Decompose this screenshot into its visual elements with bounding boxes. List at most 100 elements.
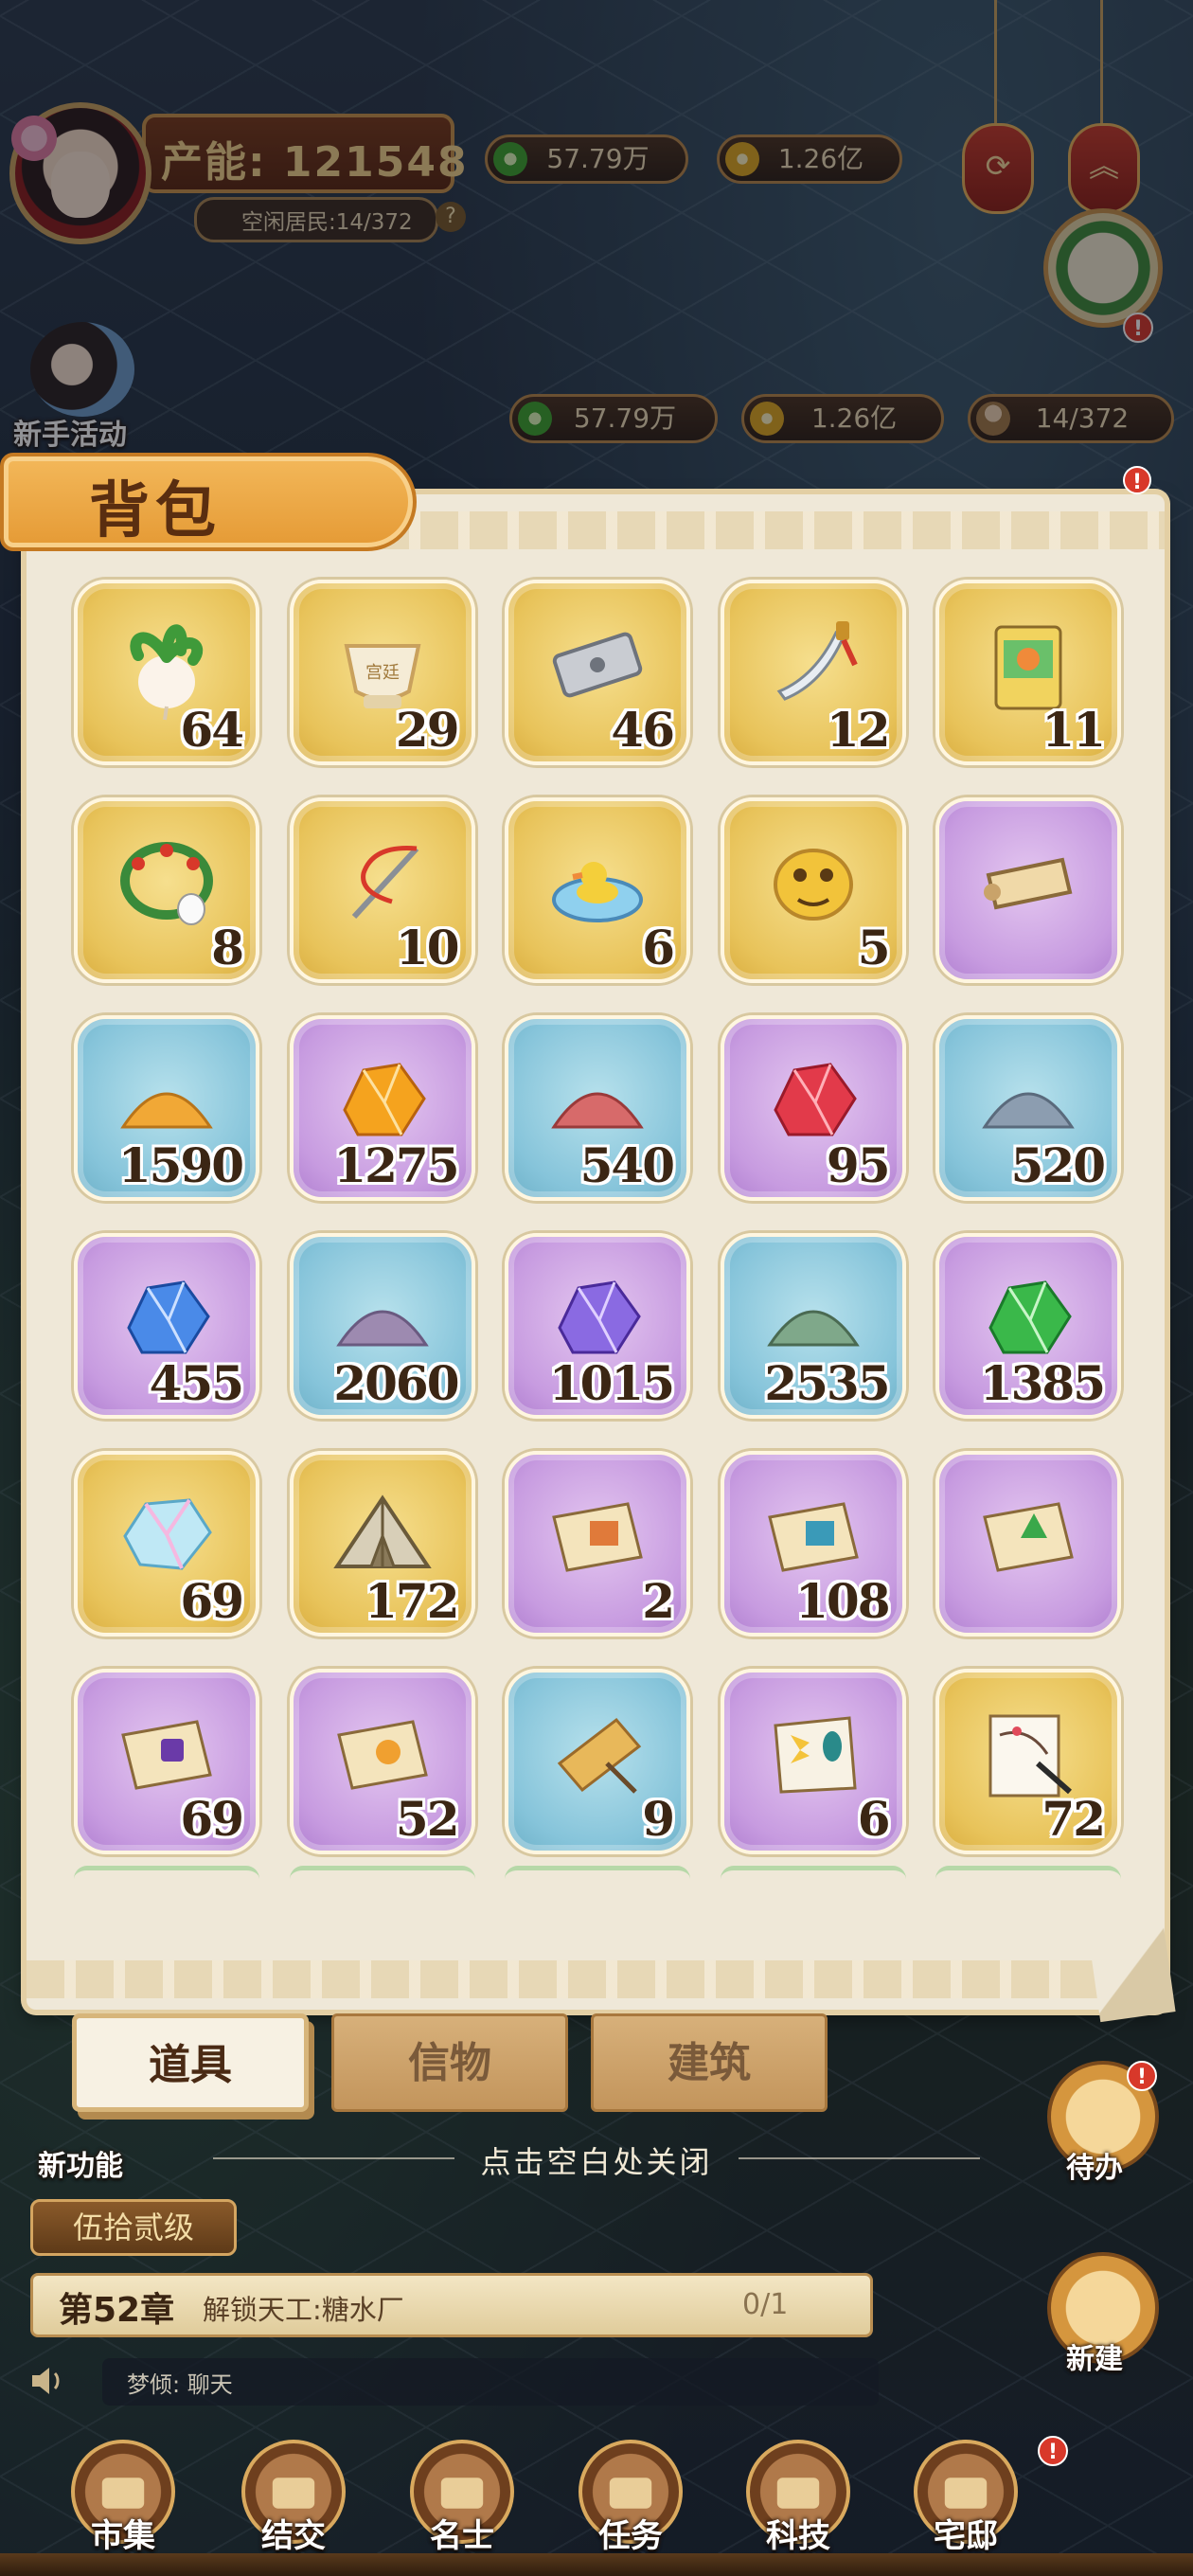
nav-label: 结交 bbox=[261, 2517, 326, 2555]
item-count: 95 bbox=[826, 1137, 891, 1193]
item-count: 12 bbox=[826, 702, 891, 758]
duck-basin-icon bbox=[552, 862, 643, 923]
bottom-frame bbox=[0, 2553, 1193, 2576]
cup-inscription: 宫廷 bbox=[365, 663, 400, 683]
item-slot[interactable]: 172 bbox=[289, 1451, 475, 1637]
item-count: 46 bbox=[611, 702, 675, 758]
golden-toad-icon bbox=[773, 849, 853, 921]
slot-peek bbox=[935, 1866, 1121, 1879]
item-count: 6 bbox=[642, 920, 675, 975]
butterfly-peacock-icon bbox=[773, 1716, 857, 1795]
item-slot[interactable]: 2535 bbox=[720, 1233, 906, 1419]
item-slot[interactable]: 1275 bbox=[289, 1015, 475, 1201]
todo-alert-badge: ! bbox=[1127, 2061, 1157, 2091]
item-count: 11 bbox=[1042, 702, 1106, 758]
item-slot[interactable]: 9 bbox=[505, 1669, 690, 1854]
build-new-label: 新建 bbox=[1066, 2343, 1123, 2376]
item-slot[interactable]: 1590 bbox=[74, 1015, 259, 1201]
item-slot[interactable]: 8 bbox=[74, 797, 259, 983]
slot-peek bbox=[74, 1866, 259, 1879]
item-count: 1275 bbox=[333, 1137, 459, 1193]
chapter-task: 解锁天工:糖水厂 bbox=[203, 2294, 404, 2326]
item-count: 9 bbox=[642, 1791, 675, 1847]
chapter-progress: 0/1 bbox=[742, 2288, 789, 2321]
item-count: 6 bbox=[857, 1791, 891, 1847]
item-slot[interactable]: 1015 bbox=[505, 1233, 690, 1419]
mansion-alert-badge: ! bbox=[1038, 2436, 1068, 2466]
tab-tokens[interactable]: 信物 bbox=[331, 2013, 568, 2112]
item-slot[interactable]: 12 bbox=[720, 580, 906, 765]
item-count: 520 bbox=[1010, 1137, 1106, 1193]
tab-items[interactable]: 道具 bbox=[72, 2013, 309, 2112]
item-count: 52 bbox=[395, 1791, 460, 1847]
item-count: 540 bbox=[579, 1137, 675, 1193]
slot-peek bbox=[289, 1866, 475, 1879]
nav-label: 名士 bbox=[430, 2517, 494, 2555]
slot-peek bbox=[720, 1866, 906, 1879]
item-slot[interactable]: 95 bbox=[720, 1015, 906, 1201]
item-count: 8 bbox=[211, 920, 244, 975]
close-hint[interactable]: 点击空白处关闭 bbox=[0, 2138, 1193, 2182]
nav-label: 市集 bbox=[91, 2517, 155, 2555]
chapter-number: 第52章 bbox=[59, 2291, 175, 2330]
item-count: 64 bbox=[180, 702, 244, 758]
item-slot[interactable]: 46 bbox=[505, 580, 690, 765]
item-count: 69 bbox=[180, 1791, 244, 1847]
item-count: 455 bbox=[149, 1355, 244, 1411]
panel-pattern-bottom bbox=[27, 1960, 1165, 1998]
item-grid: 64 宫廷 29 46 12 11 8 10 6 5 1590 1275 540 95 520 455 2060… bbox=[74, 580, 1134, 1854]
item-slot[interactable]: 10 bbox=[289, 797, 475, 983]
item-slot[interactable]: 6 bbox=[720, 1669, 906, 1854]
item-count: 2 bbox=[642, 1573, 675, 1629]
item-count: 1385 bbox=[979, 1355, 1106, 1411]
item-slot[interactable]: 64 bbox=[74, 580, 259, 765]
item-slot[interactable]: 52 bbox=[289, 1669, 475, 1854]
bamboo-mat-icon bbox=[557, 1718, 642, 1795]
item-slot[interactable]: 宫廷 29 bbox=[289, 580, 475, 765]
item-slot[interactable]: 520 bbox=[935, 1015, 1121, 1201]
item-slot[interactable]: 72 bbox=[935, 1669, 1121, 1854]
level-plate[interactable]: 伍拾贰级 bbox=[30, 2199, 237, 2256]
item-count: 5 bbox=[857, 920, 891, 975]
panel-title: 背包 bbox=[89, 476, 222, 546]
item-slot[interactable] bbox=[935, 1451, 1121, 1637]
item-slot[interactable]: 1385 bbox=[935, 1233, 1121, 1419]
item-count: 29 bbox=[395, 702, 460, 758]
item-count: 108 bbox=[795, 1573, 890, 1629]
item-slot[interactable]: 540 bbox=[505, 1015, 690, 1201]
flower-wreath-bird-icon bbox=[120, 842, 213, 926]
item-slot[interactable]: 2 bbox=[505, 1451, 690, 1637]
item-count: 2535 bbox=[764, 1355, 890, 1411]
scroll-map-icon bbox=[984, 858, 1073, 910]
nav-label: 科技 bbox=[766, 2517, 830, 2555]
item-count: 10 bbox=[395, 920, 460, 975]
tab-buildings[interactable]: 建筑 bbox=[591, 2013, 828, 2112]
panel-alert-badge: ! bbox=[1123, 466, 1151, 494]
item-count: 1015 bbox=[548, 1355, 675, 1411]
new-feature-label[interactable]: 新功能 bbox=[38, 2142, 123, 2184]
item-slot[interactable]: 69 bbox=[74, 1451, 259, 1637]
nav-label: 宅邸 bbox=[934, 2517, 998, 2555]
chat-message: 梦倾: 聊天 bbox=[127, 2371, 233, 2398]
item-slot[interactable]: 6 bbox=[505, 797, 690, 983]
item-slot[interactable]: 11 bbox=[935, 580, 1121, 765]
item-slot[interactable]: 455 bbox=[74, 1233, 259, 1419]
slot-peek bbox=[505, 1866, 690, 1879]
todo-label: 待办 bbox=[1066, 2152, 1123, 2185]
item-count: 69 bbox=[180, 1573, 244, 1629]
item-slot[interactable] bbox=[935, 797, 1121, 983]
nav-label: 任务 bbox=[598, 2517, 663, 2555]
item-count: 72 bbox=[1042, 1791, 1106, 1847]
item-slot[interactable]: 5 bbox=[720, 797, 906, 983]
item-slot[interactable]: 2060 bbox=[289, 1233, 475, 1419]
next-row-peek bbox=[74, 1866, 1134, 1879]
blueprint-shop-icon bbox=[552, 1502, 643, 1573]
item-count: 1590 bbox=[117, 1137, 244, 1193]
item-count: 2060 bbox=[333, 1355, 459, 1411]
item-slot[interactable]: 69 bbox=[74, 1669, 259, 1854]
panel-page-curl bbox=[1087, 1917, 1176, 2023]
item-count: 172 bbox=[365, 1573, 459, 1629]
speaker-icon[interactable] bbox=[28, 2364, 66, 2398]
hint-divider-right bbox=[739, 2157, 980, 2159]
item-slot[interactable]: 108 bbox=[720, 1451, 906, 1637]
